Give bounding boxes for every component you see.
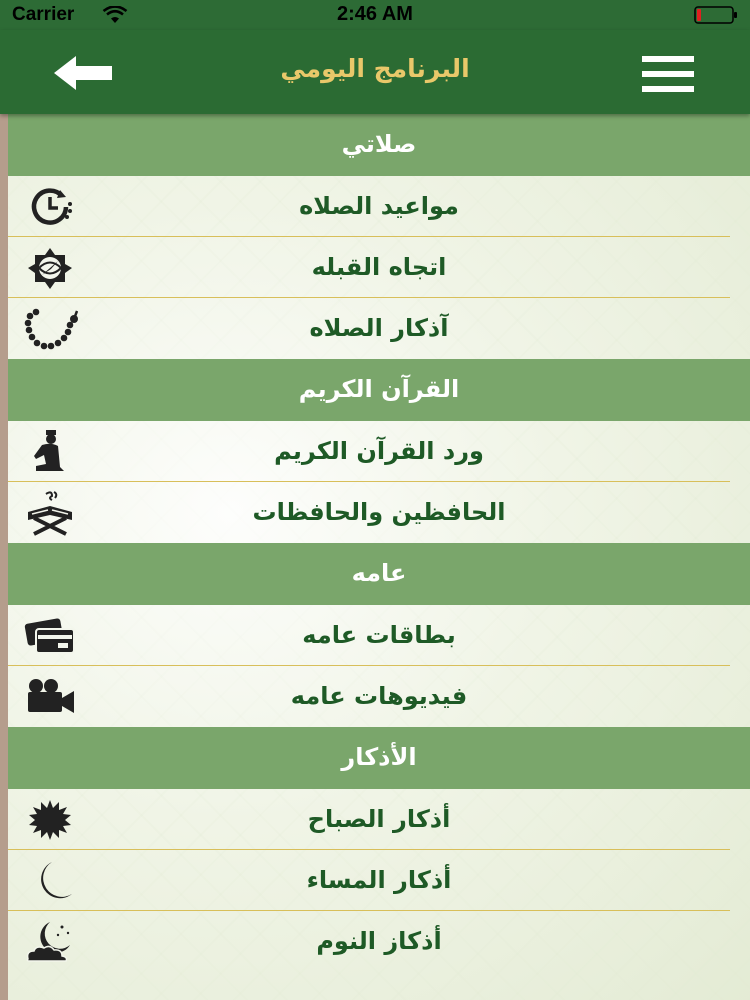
section-header-quran: القرآن الكريم <box>8 359 750 421</box>
daily-program-menu: صلاتي مواعيد الصلاه اتجاه القبله آذكار ا… <box>8 114 750 1000</box>
section-header-general: عامه <box>8 543 750 605</box>
left-edge-strip <box>0 114 8 1000</box>
menu-item-prayer-adhkar[interactable]: آذكار الصلاه <box>8 298 750 359</box>
item-label: اتجاه القبله <box>311 253 447 281</box>
item-label: أذكاز النوم <box>316 927 442 955</box>
item-label: فيديوهات عامه <box>290 682 468 710</box>
menu-item-general-cards[interactable]: بطاقات عامه <box>8 605 750 666</box>
section-header-prayers: صلاتي <box>8 114 750 176</box>
item-label: بطاقات عامه <box>302 621 456 649</box>
item-label: أذكار المساء <box>306 866 452 894</box>
menu-item-qibla-direction[interactable]: اتجاه القبله <box>8 237 750 298</box>
battery-icon <box>694 6 737 24</box>
item-label: ورد القرآن الكريم <box>274 437 484 465</box>
menu-item-morning-adhkar[interactable]: أذكار الصباح <box>8 789 750 850</box>
section-header-adhkar: الأذكار <box>8 727 750 789</box>
hamburger-menu-icon[interactable] <box>640 52 698 96</box>
menu-item-sleep-adhkar[interactable]: أذكاز النوم <box>8 911 750 972</box>
menu-item-general-videos[interactable]: فيديوهات عامه <box>8 666 750 727</box>
item-label: مواعيد الصلاه <box>299 192 459 220</box>
menu-item-prayer-times[interactable]: مواعيد الصلاه <box>8 176 750 237</box>
status-bar: Carrier 2:46 AM <box>0 0 750 30</box>
menu-item-memorizers[interactable]: الحافظين والحافظات <box>8 482 750 543</box>
item-label: آذكار الصلاه <box>309 314 449 342</box>
clock-time: 2:46 AM <box>337 3 413 25</box>
item-label: الحافظين والحافظات <box>252 498 506 526</box>
item-label: أذكار الصباح <box>307 805 451 833</box>
page-title: البرنامج اليومي <box>280 54 470 83</box>
menu-item-quran-wird[interactable]: ورد القرآن الكريم <box>8 421 750 482</box>
menu-item-evening-adhkar[interactable]: أذكار المساء <box>8 850 750 911</box>
navigation-bar: البرنامج اليومي <box>0 30 750 114</box>
